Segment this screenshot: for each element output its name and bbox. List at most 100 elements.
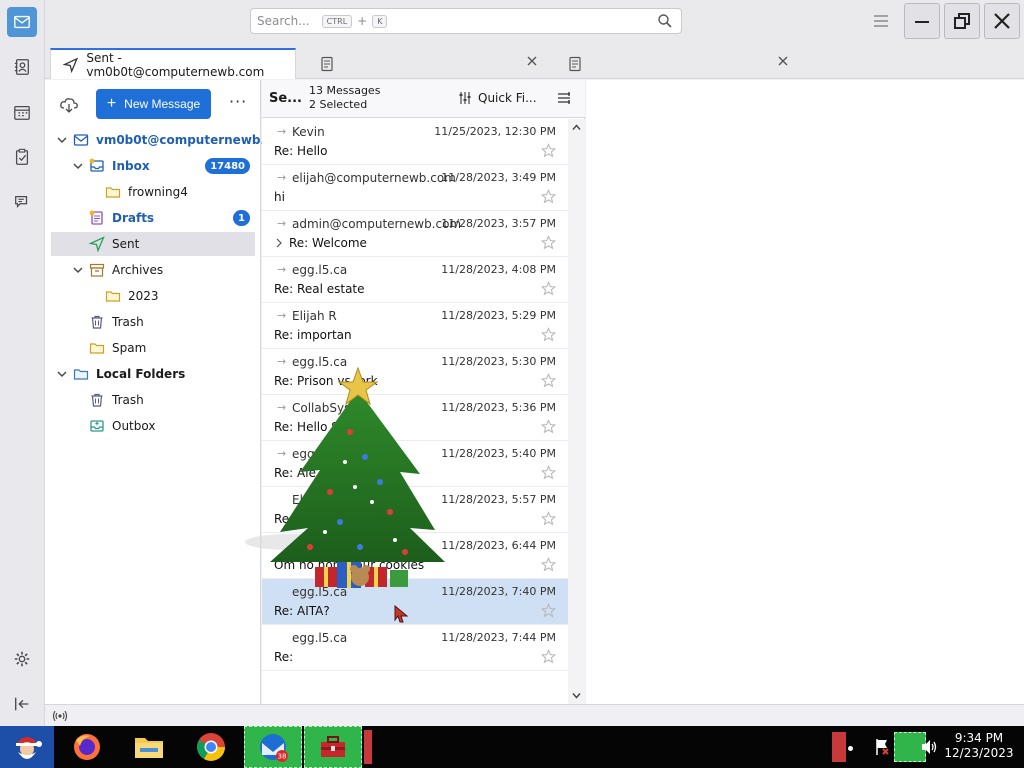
mail-space-button[interactable] <box>7 7 37 37</box>
message-row[interactable]: egg.l5.ca 11/28/2023, 7:40 PM Re: AITA? <box>262 579 568 625</box>
calendar-space-button[interactable] <box>7 97 37 127</box>
gear-icon <box>14 651 30 667</box>
volume-icon[interactable] <box>920 739 938 755</box>
tray-dot-icon <box>848 746 853 751</box>
star-icon[interactable] <box>541 373 556 388</box>
folder-archives[interactable]: Archives <box>51 258 255 282</box>
message-sender: elijah@computernewb.com <box>292 171 456 185</box>
online-status-icon[interactable] <box>52 709 68 723</box>
tab-message-1[interactable] <box>307 48 547 79</box>
message-row[interactable]: Elij 11/28/2023, 5:57 PM Re <box>262 487 568 533</box>
chevron-right-icon[interactable] <box>274 238 284 248</box>
message-row[interactable]: 11/28/2023, 6:44 PM Om no nom your cooki… <box>262 533 568 579</box>
replied-arrow-icon: → <box>277 447 287 460</box>
star-icon[interactable] <box>541 649 556 664</box>
santa-start-icon <box>16 737 42 759</box>
collapse-spaces-button[interactable] <box>7 689 37 719</box>
folder-outbox[interactable]: Outbox <box>51 414 255 438</box>
message-row[interactable]: → Kevin 11/25/2023, 12:30 PM Re: Hello <box>262 119 568 165</box>
folder-frowning4[interactable]: frowning4 <box>51 180 255 204</box>
message-row[interactable]: → egg.l5.ca 11/28/2023, 4:08 PM Re: Real… <box>262 257 568 303</box>
toolbox-taskbar-button[interactable] <box>304 726 362 768</box>
tab-sent[interactable]: Sent - vm0b0t@computernewb.com <box>50 48 296 79</box>
folder-local-trash[interactable]: Trash <box>51 388 255 412</box>
file-explorer-taskbar-button[interactable] <box>124 726 174 768</box>
thread-pane-header: Se... 13 Messages 2 Selected Quick Fi... <box>262 80 585 118</box>
chevron-down-icon[interactable] <box>72 160 84 172</box>
folder-label: Spam <box>112 341 147 355</box>
star-icon[interactable] <box>541 235 556 250</box>
title-bar: Search... CTRL + K <box>45 0 1024 44</box>
star-icon[interactable] <box>541 465 556 480</box>
message-row[interactable]: → Elijah R 11/28/2023, 5:29 PM Re: impor… <box>262 303 568 349</box>
folder-pane-more-button[interactable]: ··· <box>229 92 247 111</box>
message-row[interactable]: → elijah@computernewb.com 11/28/2023, 3:… <box>262 165 568 211</box>
folder-icon <box>73 369 89 380</box>
thread-pane: Se... 13 Messages 2 Selected Quick Fi...… <box>262 80 585 704</box>
folder-icon <box>105 291 121 302</box>
folder-inbox[interactable]: Inbox 17480 <box>51 154 255 178</box>
clock-time: 9:34 PM <box>954 731 1004 745</box>
global-search-input[interactable]: Search... CTRL + K <box>250 8 682 34</box>
message-row[interactable]: → egg.l5 11/28/2023, 5:40 PM Re: Ale <box>262 441 568 487</box>
display-options-icon[interactable] <box>557 91 571 105</box>
folder-label: Archives <box>112 263 164 277</box>
message-icon <box>569 56 581 71</box>
message-list-scrollbar[interactable] <box>568 119 585 704</box>
star-icon[interactable] <box>541 327 556 342</box>
folder-sent[interactable]: Sent <box>51 232 255 256</box>
folder-account[interactable]: vm0b0t@computernewb.... <box>51 128 279 152</box>
restore-button[interactable] <box>944 3 980 39</box>
minimize-button[interactable] <box>904 3 940 39</box>
plus-icon: + <box>106 95 117 112</box>
taskbar-divider <box>364 730 372 764</box>
tray-show-hidden-icon[interactable] <box>832 732 846 762</box>
star-icon[interactable] <box>541 189 556 204</box>
folder-spam[interactable]: Spam <box>51 336 255 360</box>
star-icon[interactable] <box>541 419 556 434</box>
firefox-taskbar-button[interactable] <box>62 726 112 768</box>
message-row[interactable]: egg.l5.ca 11/28/2023, 7:44 PM Re: <box>262 625 568 671</box>
scroll-down-icon[interactable] <box>571 690 582 701</box>
replied-arrow-icon: → <box>277 401 287 414</box>
quick-filter-button[interactable]: Quick Fi... <box>458 91 537 105</box>
thunderbird-taskbar-button[interactable]: 38 <box>244 726 302 768</box>
message-sender: egg.l5.ca <box>292 355 348 369</box>
address-book-space-button[interactable] <box>7 52 37 82</box>
close-window-button[interactable] <box>984 3 1020 39</box>
message-row[interactable]: → admin@computernewb.com 11/28/2023, 3:5… <box>262 211 568 257</box>
message-row[interactable]: → CollabSys 11/28/2023, 5:36 PM Re: Hell… <box>262 395 568 441</box>
scroll-up-icon[interactable] <box>571 122 582 133</box>
star-icon[interactable] <box>541 557 556 572</box>
star-icon[interactable] <box>541 511 556 526</box>
message-subject: Re: AITA? <box>274 604 330 618</box>
star-icon[interactable] <box>541 143 556 158</box>
folder-drafts[interactable]: Drafts 1 <box>51 206 255 230</box>
folder-2023[interactable]: 2023 <box>51 284 255 308</box>
get-messages-icon[interactable] <box>59 95 79 115</box>
settings-button[interactable] <box>7 644 37 674</box>
action-center-flag-icon[interactable] <box>874 738 890 756</box>
app-menu-icon[interactable] <box>871 12 891 30</box>
folder-local-folders[interactable]: Local Folders <box>51 362 255 386</box>
message-subject: Re: importan <box>274 328 352 342</box>
tab-message-2[interactable] <box>555 48 795 79</box>
close-tab-icon[interactable] <box>777 55 789 67</box>
new-message-button[interactable]: + New Message <box>96 89 211 119</box>
message-date: 11/28/2023, 7:40 PM <box>441 585 556 598</box>
close-tab-icon[interactable] <box>526 55 538 67</box>
message-subject: Re <box>274 512 290 526</box>
chevron-down-icon[interactable] <box>56 368 68 380</box>
chevron-down-icon[interactable] <box>56 134 68 146</box>
star-icon[interactable] <box>541 603 556 618</box>
star-icon[interactable] <box>541 281 556 296</box>
folder-trash[interactable]: Trash <box>51 310 255 334</box>
message-icon <box>321 56 333 71</box>
taskbar-clock[interactable]: 9:34 PM 12/23/2023 <box>944 731 1014 761</box>
chat-space-button[interactable] <box>7 187 37 217</box>
chrome-taskbar-button[interactable] <box>186 726 236 768</box>
tasks-space-button[interactable] <box>7 142 37 172</box>
message-row[interactable]: → egg.l5.ca 11/28/2023, 5:30 PM Re: Pris… <box>262 349 568 395</box>
start-button[interactable] <box>0 726 54 768</box>
chevron-down-icon[interactable] <box>72 264 84 276</box>
